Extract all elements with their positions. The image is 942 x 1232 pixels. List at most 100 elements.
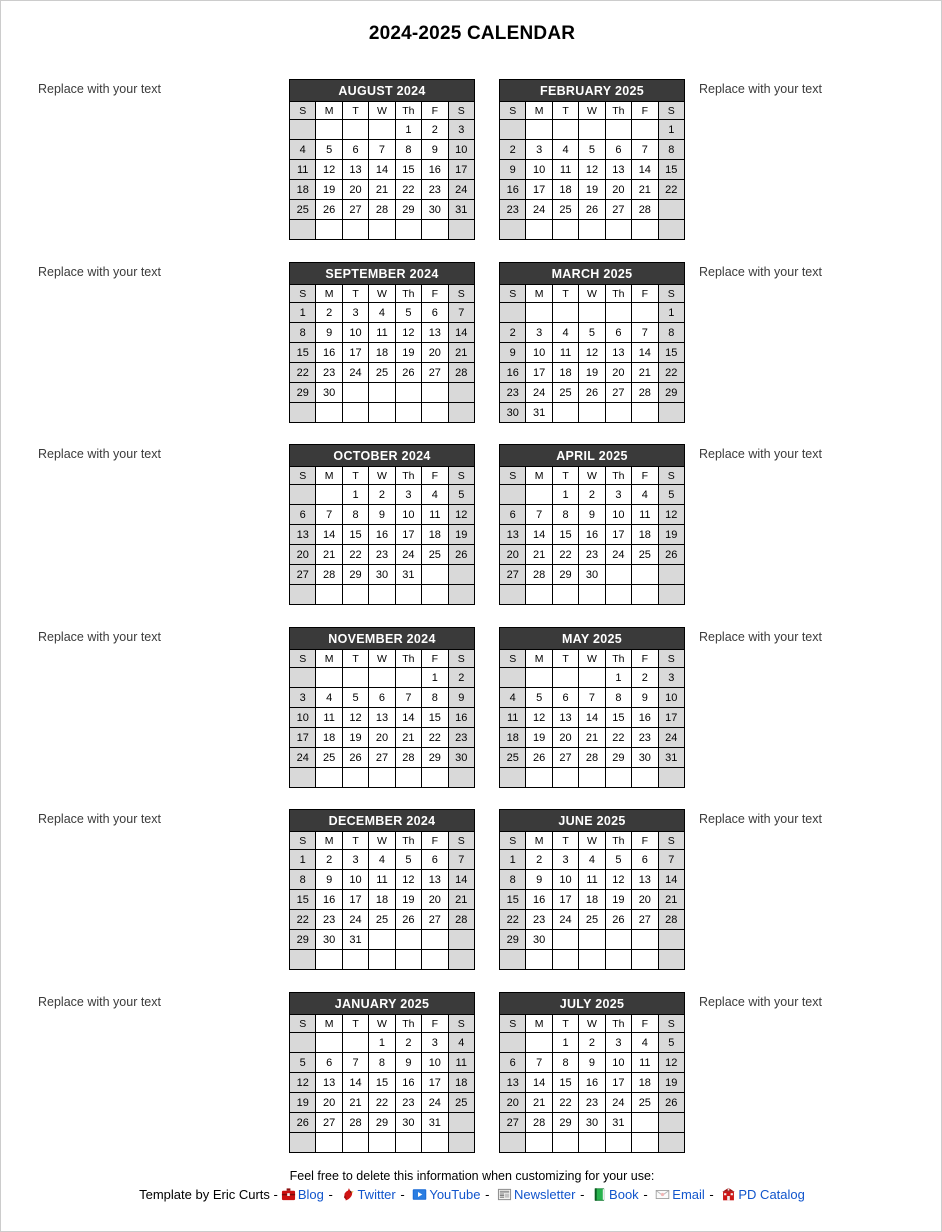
footer-link-book[interactable]: Book [609, 1187, 639, 1202]
empty-day-cell[interactable] [421, 1132, 449, 1153]
day-cell[interactable]: 16 [447, 707, 476, 728]
day-cell[interactable]: 3 [604, 1032, 633, 1053]
day-cell[interactable]: 18 [551, 179, 580, 200]
day-cell[interactable]: 16 [578, 1072, 606, 1093]
day-cell[interactable]: 9 [578, 1052, 606, 1073]
day-cell[interactable]: 7 [631, 322, 659, 343]
empty-day-cell[interactable] [447, 219, 476, 240]
empty-day-cell[interactable] [525, 767, 553, 788]
day-cell[interactable]: 30 [631, 747, 659, 768]
day-cell[interactable]: 23 [498, 199, 527, 220]
day-cell[interactable]: 1 [288, 302, 317, 323]
empty-day-cell[interactable] [447, 584, 476, 605]
day-cell[interactable]: 30 [368, 564, 396, 585]
day-cell[interactable]: 13 [421, 869, 449, 890]
day-cell[interactable]: 24 [525, 382, 553, 403]
day-cell[interactable]: 30 [578, 564, 606, 585]
day-cell[interactable]: 11 [631, 1052, 659, 1073]
day-cell[interactable]: 25 [288, 199, 317, 220]
day-cell[interactable]: 2 [394, 1032, 423, 1053]
day-cell[interactable]: 12 [604, 869, 633, 890]
day-cell[interactable]: 22 [368, 1092, 396, 1113]
empty-day-cell[interactable] [578, 584, 606, 605]
day-cell[interactable]: 28 [631, 382, 659, 403]
day-cell[interactable]: 25 [631, 1092, 659, 1113]
empty-day-cell[interactable] [525, 584, 553, 605]
day-cell[interactable]: 7 [341, 1052, 370, 1073]
empty-day-cell[interactable] [578, 667, 606, 688]
day-cell[interactable]: 10 [551, 869, 580, 890]
day-cell[interactable]: 11 [447, 1052, 476, 1073]
footer-link-pd-catalog[interactable]: PD Catalog [738, 1187, 804, 1202]
day-cell[interactable]: 22 [288, 909, 317, 930]
day-cell[interactable]: 21 [525, 544, 553, 565]
day-cell[interactable]: 29 [288, 929, 317, 950]
note-left[interactable]: Replace with your text [38, 812, 161, 826]
day-cell[interactable]: 4 [368, 849, 396, 870]
empty-day-cell[interactable] [551, 1132, 580, 1153]
day-cell[interactable]: 16 [368, 524, 396, 545]
day-cell[interactable]: 7 [315, 504, 343, 525]
day-cell[interactable]: 24 [604, 1092, 633, 1113]
day-cell[interactable]: 26 [394, 362, 423, 383]
empty-day-cell[interactable] [315, 219, 343, 240]
day-cell[interactable]: 10 [288, 707, 317, 728]
empty-day-cell[interactable] [341, 402, 370, 423]
day-cell[interactable]: 17 [394, 524, 423, 545]
empty-day-cell[interactable] [498, 667, 527, 688]
day-cell[interactable]: 28 [657, 909, 686, 930]
empty-day-cell[interactable] [525, 119, 553, 140]
day-cell[interactable]: 13 [498, 524, 527, 545]
day-cell[interactable]: 13 [604, 342, 633, 363]
day-cell[interactable]: 2 [631, 667, 659, 688]
day-cell[interactable]: 23 [631, 727, 659, 748]
day-cell[interactable]: 14 [368, 159, 396, 180]
empty-day-cell[interactable] [551, 929, 580, 950]
day-cell[interactable]: 6 [421, 302, 449, 323]
empty-day-cell[interactable] [368, 382, 396, 403]
empty-day-cell[interactable] [498, 949, 527, 970]
day-cell[interactable]: 6 [604, 322, 633, 343]
day-cell[interactable]: 31 [341, 929, 370, 950]
empty-day-cell[interactable] [288, 1132, 317, 1153]
empty-day-cell[interactable] [604, 302, 633, 323]
empty-day-cell[interactable] [368, 584, 396, 605]
day-cell[interactable]: 4 [421, 484, 449, 505]
empty-day-cell[interactable] [657, 219, 686, 240]
empty-day-cell[interactable] [551, 302, 580, 323]
day-cell[interactable]: 5 [657, 484, 686, 505]
day-cell[interactable]: 22 [288, 362, 317, 383]
note-right[interactable]: Replace with your text [699, 630, 822, 644]
day-cell[interactable]: 23 [578, 544, 606, 565]
day-cell[interactable]: 16 [525, 889, 553, 910]
empty-day-cell[interactable] [525, 667, 553, 688]
empty-day-cell[interactable] [288, 402, 317, 423]
day-cell[interactable]: 4 [288, 139, 317, 160]
day-cell[interactable]: 20 [631, 889, 659, 910]
day-cell[interactable]: 24 [604, 544, 633, 565]
day-cell[interactable]: 26 [604, 909, 633, 930]
empty-day-cell[interactable] [631, 584, 659, 605]
day-cell[interactable]: 21 [525, 1092, 553, 1113]
empty-day-cell[interactable] [368, 949, 396, 970]
day-cell[interactable]: 22 [604, 727, 633, 748]
day-cell[interactable]: 17 [604, 524, 633, 545]
day-cell[interactable]: 18 [447, 1072, 476, 1093]
day-cell[interactable]: 17 [341, 342, 370, 363]
empty-day-cell[interactable] [498, 584, 527, 605]
day-cell[interactable]: 17 [525, 362, 553, 383]
day-cell[interactable]: 19 [394, 889, 423, 910]
empty-day-cell[interactable] [315, 1132, 343, 1153]
empty-day-cell[interactable] [657, 402, 686, 423]
day-cell[interactable]: 11 [368, 869, 396, 890]
note-left[interactable]: Replace with your text [38, 265, 161, 279]
day-cell[interactable]: 22 [394, 179, 423, 200]
day-cell[interactable]: 18 [288, 179, 317, 200]
day-cell[interactable]: 2 [578, 1032, 606, 1053]
day-cell[interactable]: 14 [631, 159, 659, 180]
empty-day-cell[interactable] [604, 219, 633, 240]
day-cell[interactable]: 19 [657, 1072, 686, 1093]
day-cell[interactable]: 15 [368, 1072, 396, 1093]
day-cell[interactable]: 15 [657, 159, 686, 180]
day-cell[interactable]: 28 [447, 362, 476, 383]
